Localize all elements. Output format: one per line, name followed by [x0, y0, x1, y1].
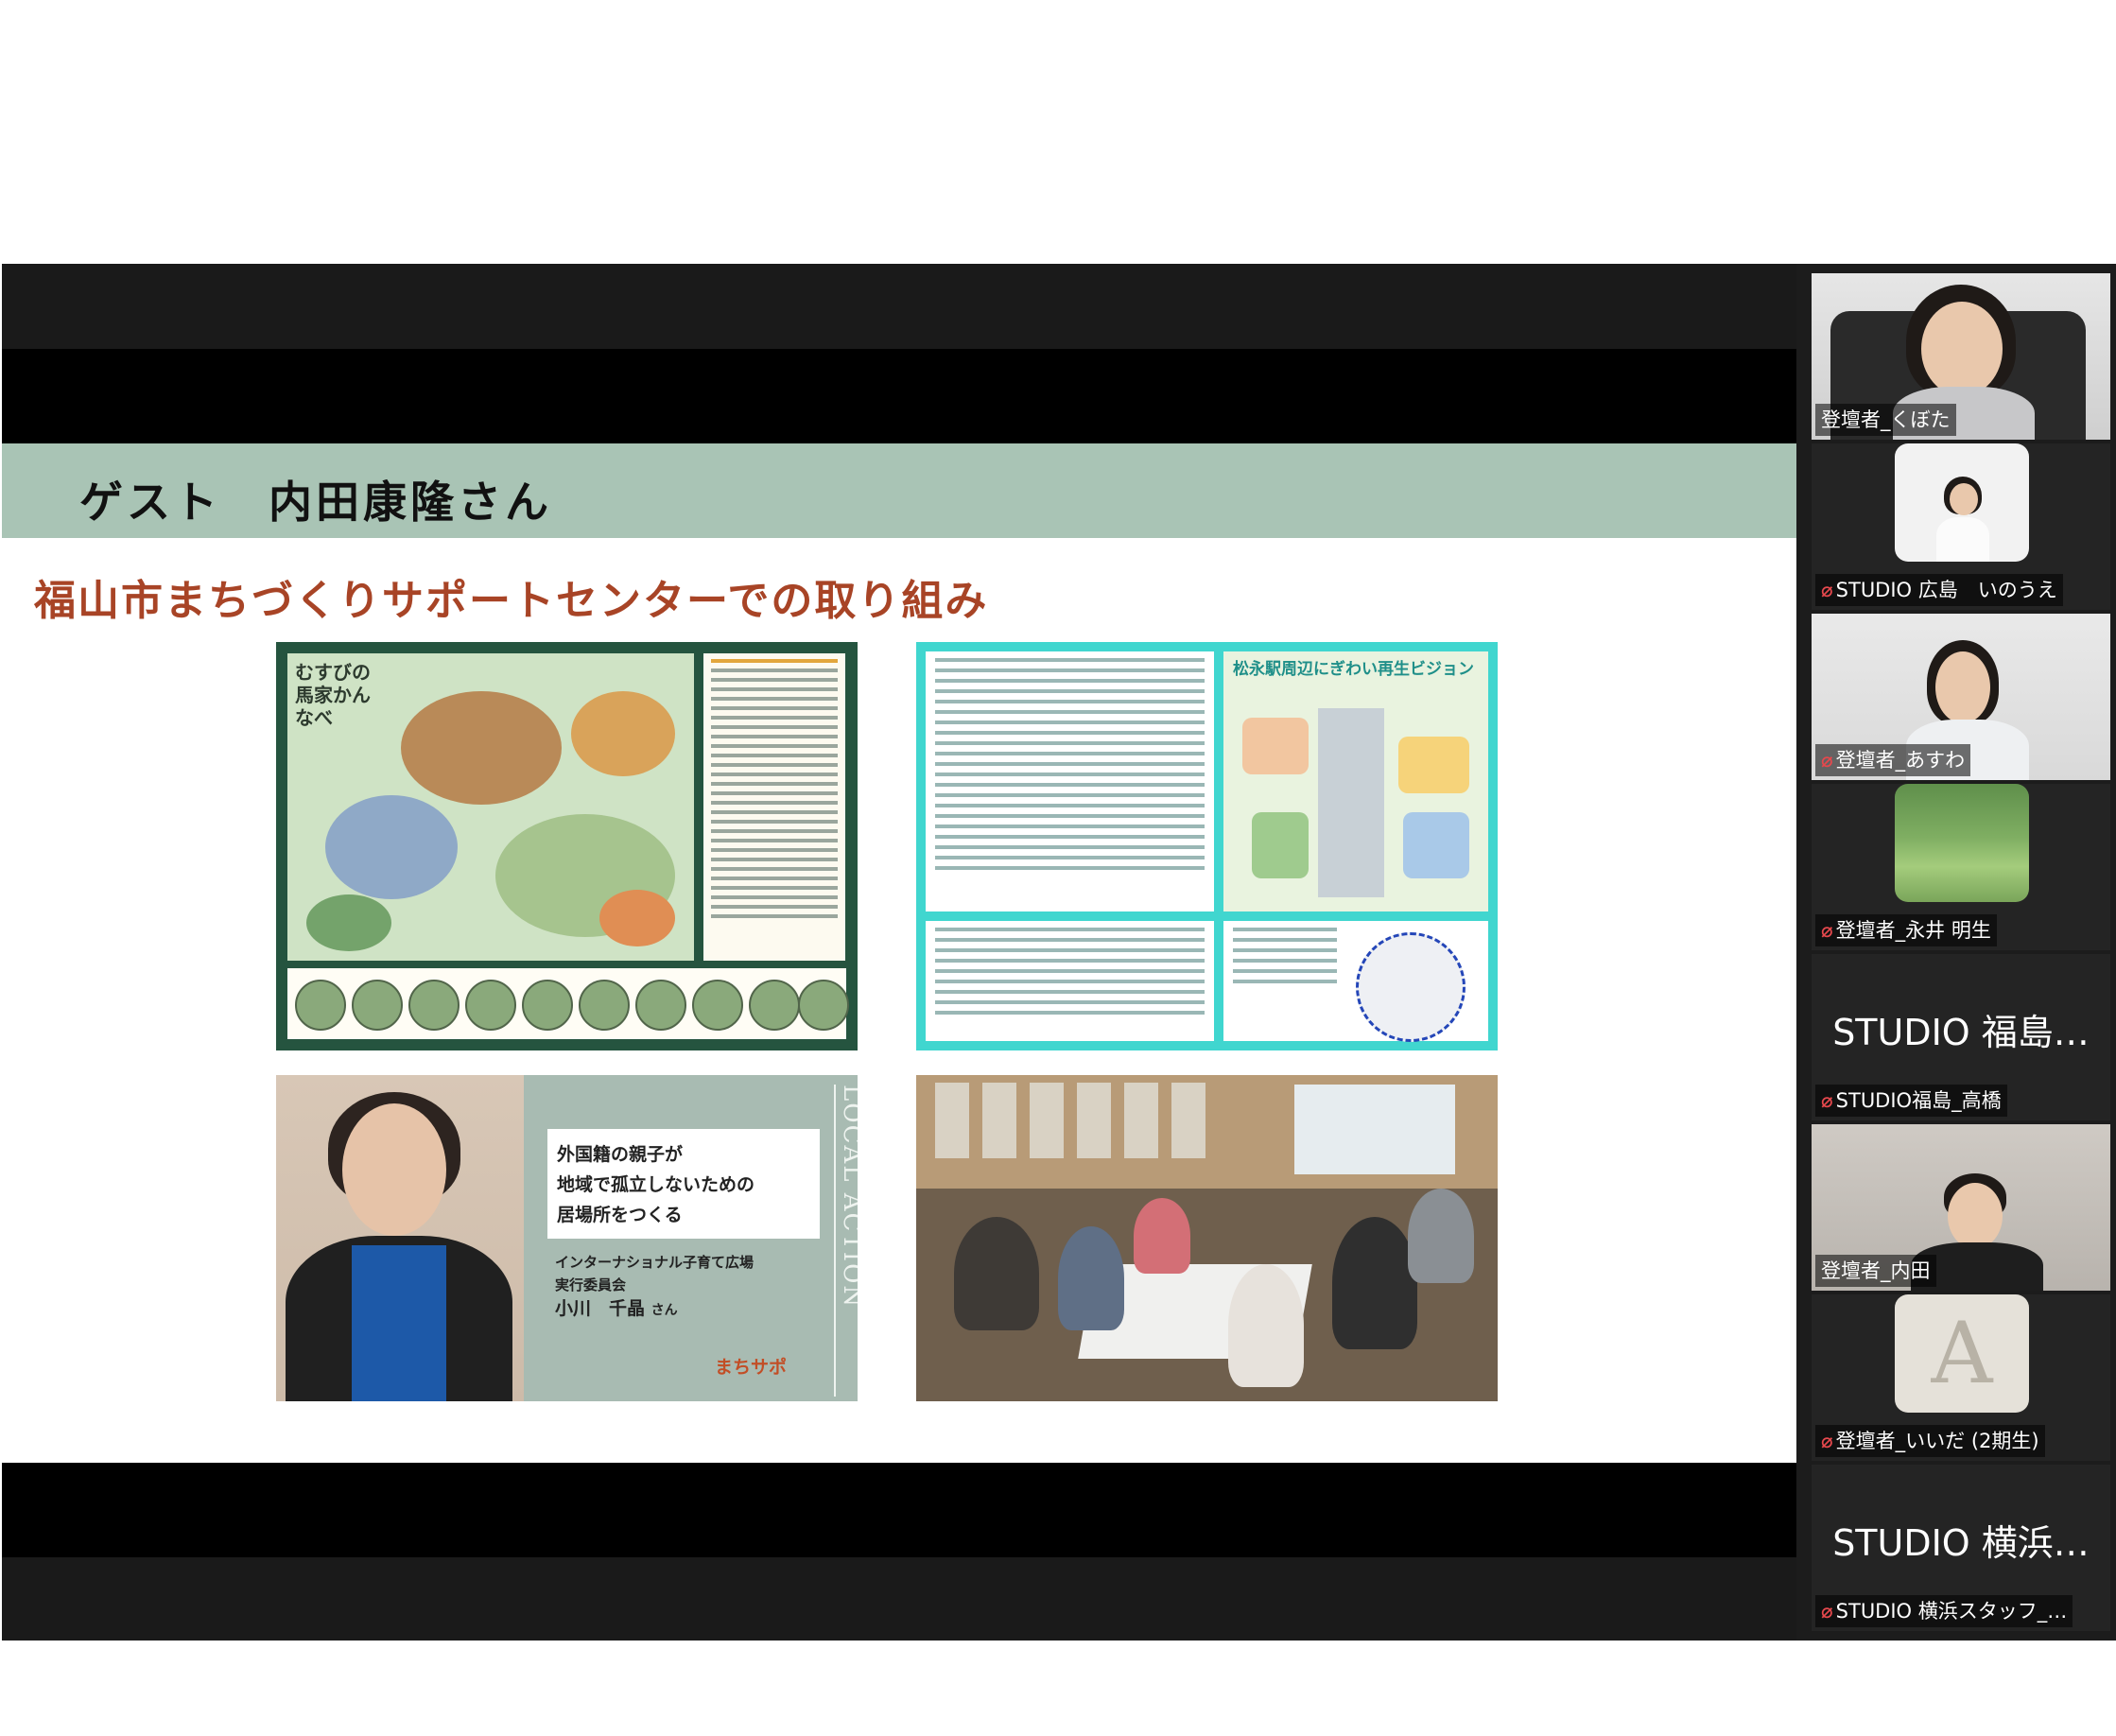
map-detail-strip	[287, 968, 849, 1039]
profile-photo	[276, 1075, 524, 1401]
illustrated-town-map: むすびの馬家かんなべ	[287, 653, 694, 961]
participant-tile-active-speaker[interactable]: 登壇者_内田	[1812, 1124, 2110, 1291]
headline-line-3: 居場所をつくる	[557, 1205, 683, 1225]
microphone-muted-icon: ⌀	[1821, 919, 1833, 942]
map-description-column	[703, 653, 845, 961]
slide-image-community-map: むすびの馬家かんなべ	[276, 642, 858, 1050]
profile-organization: インターナショナル子育て広場 実行委員会	[555, 1254, 754, 1293]
participant-name-label: ⌀ STUDIO 横浜スタッフ_…	[1815, 1595, 2073, 1627]
participant-gallery[interactable]: 登壇者_くぼた ⌀ STUDIO 広島 いのうえ ⌀ 登壇者_あすわ ⌀ 登壇者…	[1812, 264, 2116, 1641]
participant-tile[interactable]: ⌀ STUDIO 広島 いのうえ	[1812, 443, 2110, 610]
participant-tile[interactable]: ⌀ 登壇者_あすわ	[1812, 614, 2110, 780]
participant-name-label: ⌀ 登壇者_あすわ	[1815, 744, 1971, 776]
vision-subject-box	[926, 921, 1214, 1041]
participant-tile[interactable]: 登壇者_くぼた	[1812, 273, 2110, 440]
vision-area-map-box	[1223, 921, 1488, 1042]
profile-honorific: さん	[650, 1303, 678, 1318]
headline-line-2: 地域で孤立しないための	[557, 1174, 755, 1195]
participant-name-label: 登壇者_内田	[1815, 1255, 1936, 1287]
map-title: むすびの馬家かんなべ	[295, 661, 371, 729]
vision-title: 松永駅周辺にぎわい再生ビジョン	[1233, 660, 1474, 679]
vertical-label-text: LOCAL ACTION	[838, 1085, 858, 1310]
vertical-label: LOCAL ACTION	[834, 1085, 858, 1397]
presentation-slide: ゲスト 内田康隆さん 福山市まちづくりサポートセンターでの取り組み むすびの馬家…	[2, 443, 1796, 1463]
participant-tile[interactable]: A ⌀ 登壇者_いいだ (2期生)	[1812, 1294, 2110, 1461]
participant-tile[interactable]: STUDIO 横浜… ⌀ STUDIO 横浜スタッフ_…	[1812, 1465, 2110, 1631]
slide-subtitle: 福山市まちづくりサポートセンターでの取り組み	[34, 577, 989, 625]
participant-name-label: 登壇者_くぼた	[1815, 404, 1956, 436]
participant-name-label: ⌀ STUDIO 広島 いのうえ	[1815, 574, 2063, 606]
vision-illustration	[1223, 651, 1488, 911]
machisapo-logo: まちサポ	[715, 1357, 788, 1378]
slide-image-vision-document: 松永駅周辺にぎわい再生ビジョン	[916, 642, 1498, 1050]
headline-line-1: 外国籍の親子が	[557, 1144, 684, 1165]
microphone-muted-icon: ⌀	[1821, 1089, 1833, 1112]
participant-display-name: STUDIO 福島…	[1832, 1012, 2090, 1053]
microphone-muted-icon: ⌀	[1821, 749, 1833, 772]
vision-timeline-box	[926, 651, 1214, 911]
avatar-letter-image: A	[1895, 1294, 2029, 1413]
participant-name-label: ⌀ 登壇者_いいだ (2期生)	[1815, 1425, 2045, 1457]
profile-name-text: 小川 千晶	[555, 1298, 646, 1319]
microphone-muted-icon: ⌀	[1821, 579, 1833, 601]
letterbox-top	[2, 349, 1796, 443]
slide-image-profile: 外国籍の親子が 地域で孤立しないための 居場所をつくる インターナショナル子育て…	[276, 1075, 858, 1401]
slide-header-title: ゲスト 内田康隆さん	[79, 477, 552, 528]
meeting-window: ゲスト 内田康隆さん 福山市まちづくりサポートセンターでの取り組み むすびの馬家…	[2, 264, 2116, 1641]
letterbox-bottom	[2, 1463, 1796, 1557]
profile-person-name: 小川 千晶 さん	[555, 1294, 678, 1320]
participant-name-label: ⌀ STUDIO福島_高橋	[1815, 1085, 2007, 1117]
participant-tile[interactable]: STUDIO 福島… ⌀ STUDIO福島_高橋	[1812, 954, 2110, 1120]
slide-header-bar: ゲスト 内田康隆さん	[2, 443, 1796, 538]
profile-headline-card: 外国籍の親子が 地域で孤立しないための 居場所をつくる	[547, 1129, 820, 1239]
microphone-muted-icon: ⌀	[1821, 1430, 1833, 1452]
participant-tile[interactable]: ⌀ 登壇者_永井 明生	[1812, 784, 2110, 950]
microphone-muted-icon: ⌀	[1821, 1600, 1833, 1623]
slide-image-workshop-photo	[916, 1075, 1498, 1401]
participant-name-label: ⌀ 登壇者_永井 明生	[1815, 914, 1997, 946]
participant-display-name: STUDIO 横浜…	[1832, 1522, 2090, 1564]
screen-share-area: ゲスト 内田康隆さん 福山市まちづくりサポートセンターでの取り組み むすびの馬家…	[2, 264, 1796, 1641]
